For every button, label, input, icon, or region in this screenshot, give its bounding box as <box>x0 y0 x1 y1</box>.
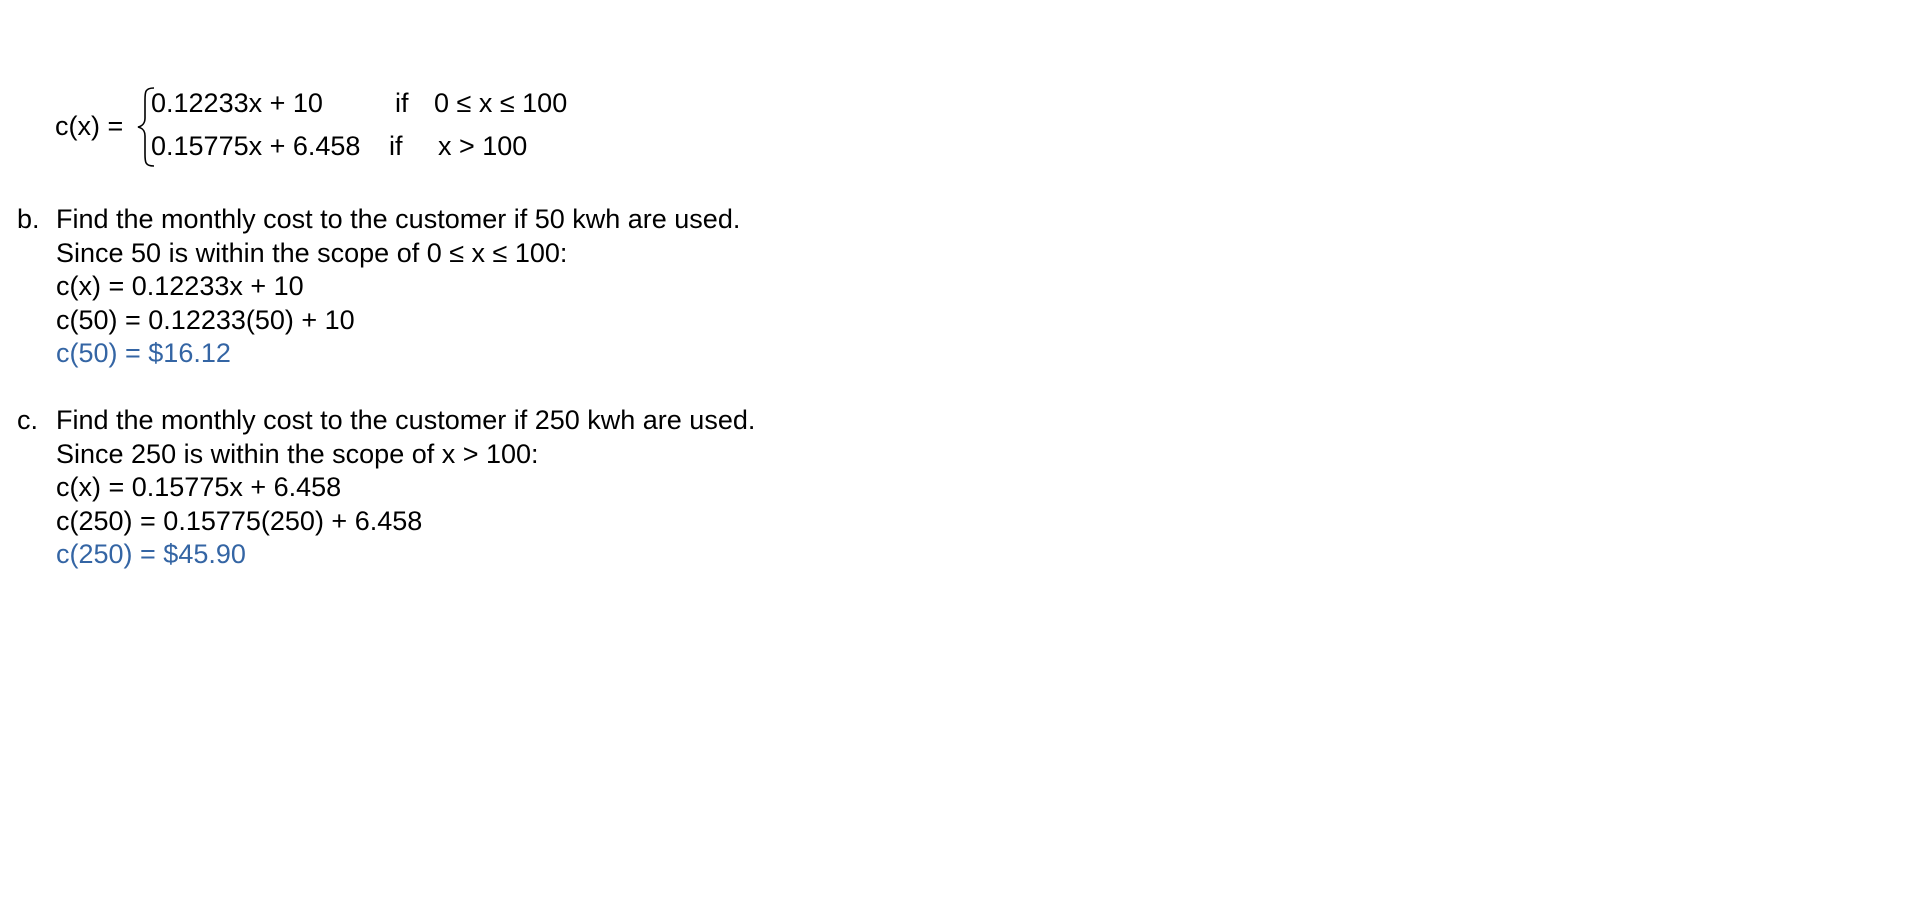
part-c-marker: c. <box>17 405 39 435</box>
part-b-heading: b. Find the monthly cost to the customer… <box>17 203 817 237</box>
document-page: c(x) = 0.12233x + 10 if 0 ≤ x ≤ 100 0.15… <box>0 0 1914 903</box>
piecewise-if: if <box>389 131 403 161</box>
part-c-scope: Since 250 is within the scope of x > 100… <box>56 438 539 469</box>
part-c-question: Find the monthly cost to the customer if… <box>56 405 756 435</box>
piecewise-expression: 0.15775x + 6.458 <box>151 131 361 161</box>
piecewise-condition: 0 ≤ x ≤ 100 <box>434 88 568 118</box>
part-b: b. Find the monthly cost to the customer… <box>17 203 817 371</box>
part-b-question: Find the monthly cost to the customer if… <box>56 204 741 234</box>
part-b-scope: Since 50 is within the scope of 0 ≤ x ≤ … <box>56 237 568 268</box>
part-b-answer: c(50) = $16.12 <box>56 338 231 369</box>
piecewise-if: if <box>395 88 409 118</box>
part-b-marker: b. <box>17 204 40 234</box>
part-b-substitution: c(50) = 0.12233(50) + 10 <box>56 304 355 335</box>
part-c-heading: c. Find the monthly cost to the customer… <box>17 404 817 438</box>
part-c: c. Find the monthly cost to the customer… <box>17 404 817 572</box>
piecewise-expression: 0.12233x + 10 <box>151 88 323 118</box>
part-b-formula: c(x) = 0.12233x + 10 <box>56 271 304 302</box>
part-c-answer: c(250) = $45.90 <box>56 539 246 570</box>
part-c-substitution: c(250) = 0.15775(250) + 6.458 <box>56 505 423 536</box>
part-c-formula: c(x) = 0.15775x + 6.458 <box>56 472 342 503</box>
piecewise-condition: x > 100 <box>438 131 528 161</box>
piecewise-lhs: c(x) = <box>55 111 124 141</box>
